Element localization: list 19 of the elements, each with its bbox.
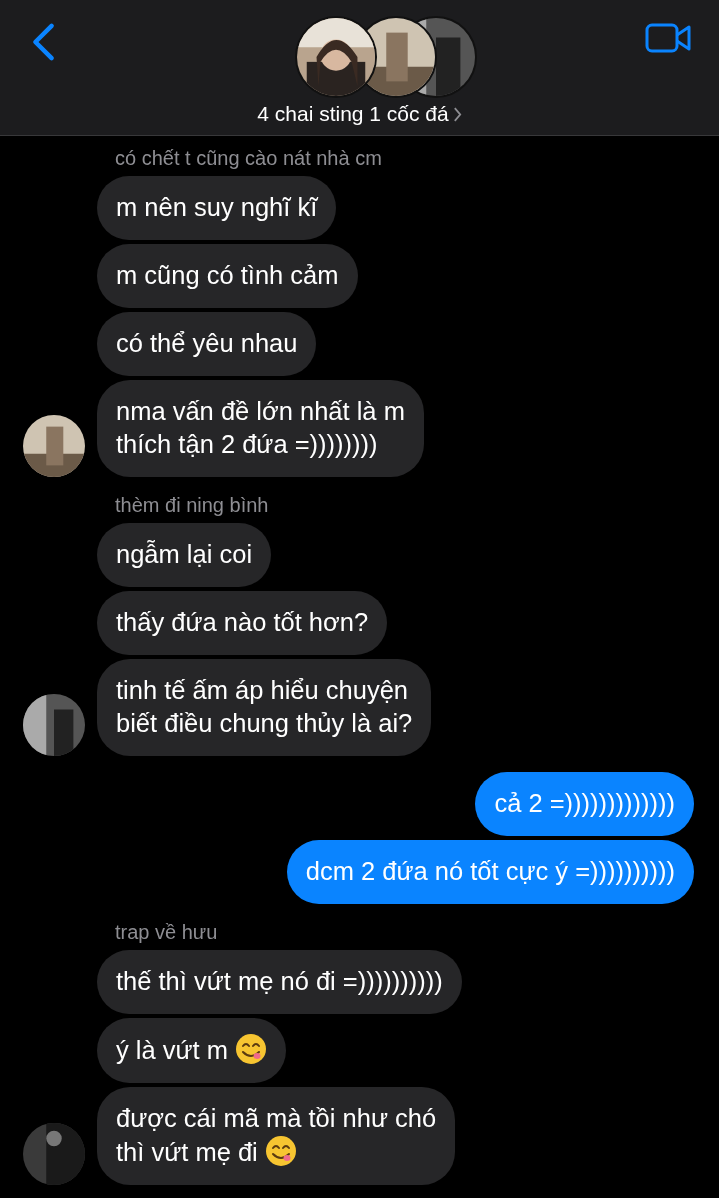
message-bubble[interactable]: cả 2 =))))))))))))) — [475, 772, 694, 836]
message-bubble[interactable]: thấy đứa nào tốt hơn? — [97, 591, 388, 655]
message-bubble[interactable]: ngẫm lại coi — [97, 523, 272, 587]
message-bubble[interactable]: dcm 2 đứa nó tốt cực ý =)))))))))) — [286, 840, 694, 904]
message-bubble[interactable]: m cũng có tình cảm — [97, 244, 358, 308]
sender-name: thèm đi ning bình — [114, 493, 270, 517]
message-bubble[interactable]: ý là vứt m — [97, 1018, 287, 1083]
sender-name: có chết t cũng cào nát nhà cm — [114, 146, 383, 170]
message-bubble[interactable]: thế thì vứt mẹ nó đi =)))))))))) — [97, 950, 462, 1014]
video-call-icon[interactable] — [645, 22, 691, 54]
message-bubble[interactable]: có thể yêu nhau — [97, 312, 317, 376]
message-bubble[interactable]: m nên suy nghĩ kĩ — [97, 176, 337, 240]
chevron-icon[interactable] — [452, 105, 462, 123]
message-bubble[interactable]: được cái mã mà tồi như chó thì vứt mẹ đi — [97, 1087, 456, 1185]
conversation-title[interactable]: 4 chai sting 1 cốc đá — [257, 102, 449, 126]
sender-name: trap về hưu — [114, 920, 219, 944]
back-icon[interactable] — [30, 22, 57, 62]
message-bubble[interactable]: tinh tế ấm áp hiểu chuyện biết điều chung thủy là ai? — [97, 659, 432, 756]
message-bubble[interactable]: nma vấn đề lớn nhất là m thích tận 2 đứa =)))))))) — [97, 380, 424, 477]
